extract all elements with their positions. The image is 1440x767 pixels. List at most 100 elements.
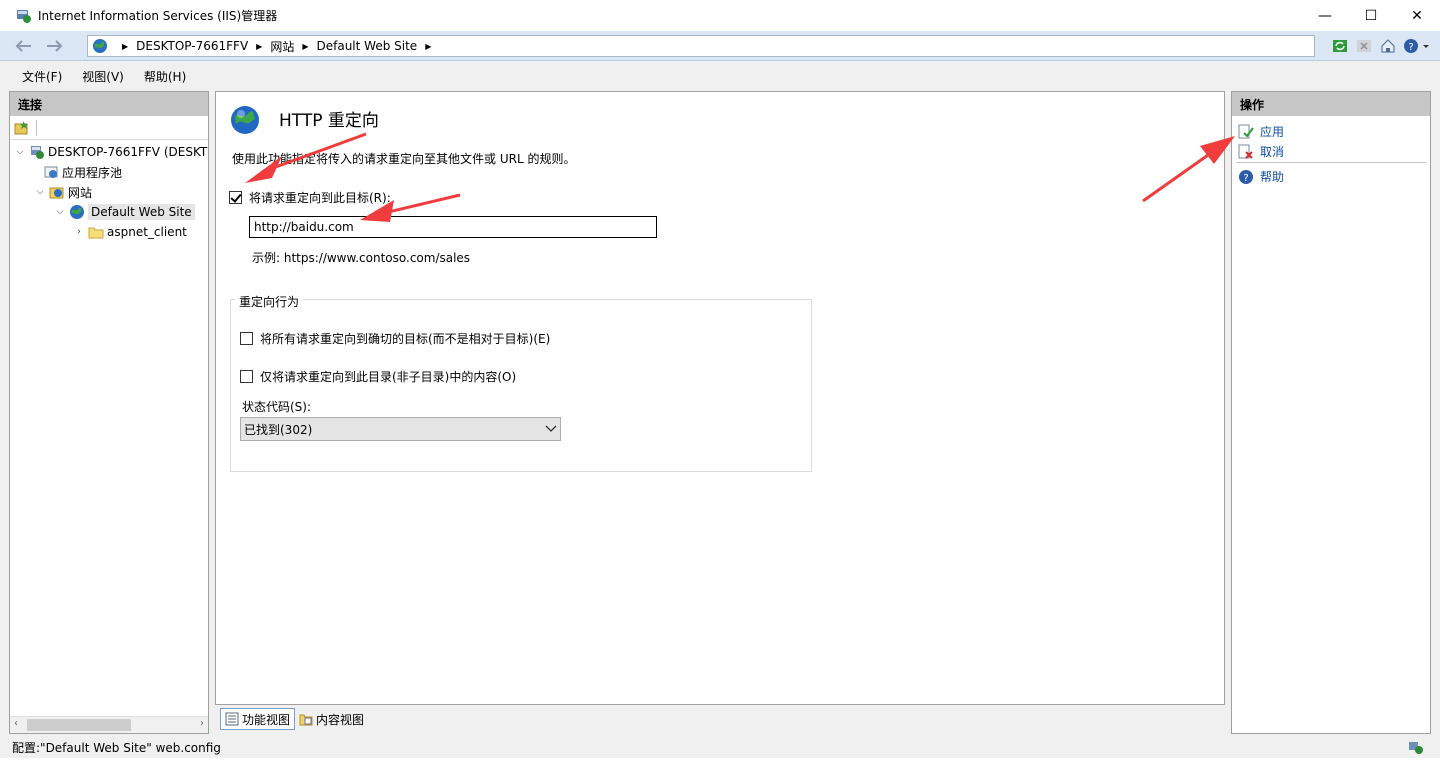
scroll-left-icon[interactable]: ‹	[14, 718, 18, 729]
redirect-checkbox[interactable]	[229, 191, 242, 204]
chevron-down-icon[interactable]: ⌵	[54, 207, 66, 217]
folder-icon	[88, 224, 104, 240]
apply-check-icon	[1238, 124, 1254, 140]
connections-toolbar	[10, 116, 208, 140]
tree-item-label: 网站	[68, 185, 93, 200]
cancel-action[interactable]: 取消	[1238, 143, 1284, 160]
actions-divider	[1236, 162, 1426, 163]
app-pool-icon	[43, 164, 59, 180]
redirect-url-input[interactable]	[249, 216, 657, 238]
tree-item-sites[interactable]: ⌵ 网站	[34, 182, 92, 202]
svg-text:?: ?	[1408, 42, 1413, 53]
sites-folder-icon	[49, 184, 65, 200]
address-toolbar: ?	[1330, 36, 1432, 56]
help-dropdown-icon[interactable]: ?	[1402, 36, 1432, 56]
actions-header: 操作	[1232, 92, 1430, 116]
breadcrumb-item-server[interactable]: DESKTOP-7661FFV	[136, 39, 248, 53]
tree-item-label: aspnet_client	[107, 225, 187, 239]
address-bar: ▶ DESKTOP-7661FFV ▶ 网站 ▶ Default Web Sit…	[0, 31, 1440, 61]
connections-panel: 连接 ⌵ DESKTOP-7661FFV (DESKT 应用程序池 ⌵ 网站 ⌵…	[9, 91, 209, 734]
breadcrumb-item-sites[interactable]: 网站	[270, 38, 294, 55]
tree-item-server[interactable]: ⌵ DESKTOP-7661FFV (DESKT	[14, 142, 207, 162]
menu-help[interactable]: 帮助(H)	[144, 68, 186, 85]
window-title: Internet Information Services (IIS)管理器	[38, 9, 278, 23]
redirect-checkbox-row[interactable]: 将请求重定向到此目标(R):	[229, 189, 391, 206]
title-bar: Internet Information Services (IIS)管理器 —…	[0, 0, 1440, 31]
status-code-select[interactable]: 已找到(302)	[240, 417, 561, 441]
tab-label: 功能视图	[242, 712, 291, 727]
new-connection-icon[interactable]	[14, 120, 30, 136]
stop-icon[interactable]	[1354, 36, 1374, 56]
content-view-icon	[299, 712, 313, 726]
example-text: 示例: https://www.contoso.com/sales	[252, 251, 471, 265]
apply-label: 应用	[1260, 125, 1285, 139]
status-code-label: 状态代码(S):	[242, 400, 312, 414]
feature-content: HTTP 重定向 使用此功能指定将传入的请求重定向至其他文件或 URL 的规则。…	[215, 91, 1225, 705]
breadcrumb-sep-icon: ▶	[302, 41, 309, 51]
menu-view[interactable]: 视图(V)	[82, 68, 124, 85]
maximize-button[interactable]: ☐	[1348, 0, 1394, 31]
breadcrumb[interactable]: ▶ DESKTOP-7661FFV ▶ 网站 ▶ Default Web Sit…	[87, 35, 1315, 57]
menu-file[interactable]: 文件(F)	[22, 68, 62, 85]
exact-destination-row[interactable]: 将所有请求重定向到确切的目标(而不是相对于目标)(E)	[240, 330, 550, 347]
chevron-down-icon[interactable]: ⌵	[34, 187, 46, 197]
breadcrumb-sep-icon: ▶	[425, 41, 432, 51]
only-directory-label: 仅将请求重定向到此目录(非子目录)中的内容(O)	[260, 370, 517, 384]
globe-icon	[92, 38, 108, 54]
breadcrumb-sep-icon: ▶	[256, 41, 263, 51]
chevron-down-icon	[545, 422, 557, 436]
tab-label: 内容视图	[316, 712, 365, 727]
scrollbar-thumb[interactable]	[27, 719, 131, 731]
redirect-behavior-group	[230, 299, 812, 472]
breadcrumb-item-default-web-site[interactable]: Default Web Site	[317, 39, 418, 53]
tab-features-view[interactable]: 功能视图	[220, 708, 296, 730]
globe-icon	[229, 104, 261, 136]
refresh-icon[interactable]	[1330, 36, 1350, 56]
help-label: 帮助	[1260, 170, 1285, 184]
redirect-checkbox-label: 将请求重定向到此目标(R):	[249, 191, 391, 205]
toolbar-divider	[36, 119, 37, 136]
minimize-button[interactable]: —	[1302, 0, 1348, 31]
connections-header: 连接	[10, 92, 208, 116]
features-view-icon	[225, 712, 239, 726]
help-icon: ?	[1238, 169, 1254, 185]
page-title: HTTP 重定向	[279, 111, 379, 131]
cancel-x-icon	[1238, 144, 1254, 160]
only-directory-row[interactable]: 仅将请求重定向到此目录(非子目录)中的内容(O)	[240, 368, 516, 385]
exact-destination-checkbox[interactable]	[240, 332, 253, 345]
tab-content-view[interactable]: 内容视图	[295, 708, 368, 730]
horizontal-scrollbar[interactable]: ‹ ›	[10, 716, 208, 733]
tree-item-aspnet-client[interactable]: › aspnet_client	[73, 222, 187, 242]
iis-app-icon	[16, 8, 32, 24]
menu-bar: 文件(F) 视图(V) 帮助(H)	[0, 62, 1440, 90]
exact-destination-label: 将所有请求重定向到确切的目标(而不是相对于目标)(E)	[260, 332, 551, 346]
close-button[interactable]: ✕	[1394, 0, 1440, 31]
tree-item-label: DESKTOP-7661FFV (DESKT	[48, 145, 208, 159]
chevron-right-icon[interactable]: ›	[73, 227, 85, 237]
view-tabs: 功能视图 内容视图	[220, 708, 368, 730]
help-action[interactable]: ? 帮助	[1238, 168, 1284, 185]
forward-arrow-icon[interactable]	[40, 34, 70, 58]
actions-panel: 操作 应用 取消 ? 帮助	[1231, 91, 1431, 734]
status-text: 配置:"Default Web Site" web.config	[12, 741, 221, 755]
status-bar: 配置:"Default Web Site" web.config	[0, 737, 1440, 758]
tree-item-label: Default Web Site	[88, 204, 195, 220]
home-icon[interactable]	[1378, 36, 1398, 56]
status-code-value: 已找到(302)	[244, 422, 313, 437]
tree-item-label: 应用程序池	[62, 165, 123, 180]
tree-item-default-web-site[interactable]: ⌵ Default Web Site	[54, 202, 195, 222]
only-directory-checkbox[interactable]	[240, 370, 253, 383]
cancel-label: 取消	[1260, 145, 1285, 159]
bottom-strip	[0, 758, 1440, 767]
breadcrumb-sep-icon: ▶	[122, 41, 129, 51]
apply-action[interactable]: 应用	[1238, 123, 1284, 140]
chevron-down-icon[interactable]: ⌵	[14, 147, 26, 157]
network-status-icon	[1408, 739, 1424, 755]
group-legend: 重定向行为	[235, 293, 304, 310]
server-icon	[29, 144, 45, 160]
feature-description: 使用此功能指定将传入的请求重定向至其他文件或 URL 的规则。	[232, 152, 576, 166]
scroll-right-icon[interactable]: ›	[200, 718, 204, 729]
back-arrow-icon[interactable]	[8, 34, 38, 58]
globe-icon	[69, 204, 85, 220]
tree-item-app-pools[interactable]: 应用程序池	[40, 162, 122, 182]
